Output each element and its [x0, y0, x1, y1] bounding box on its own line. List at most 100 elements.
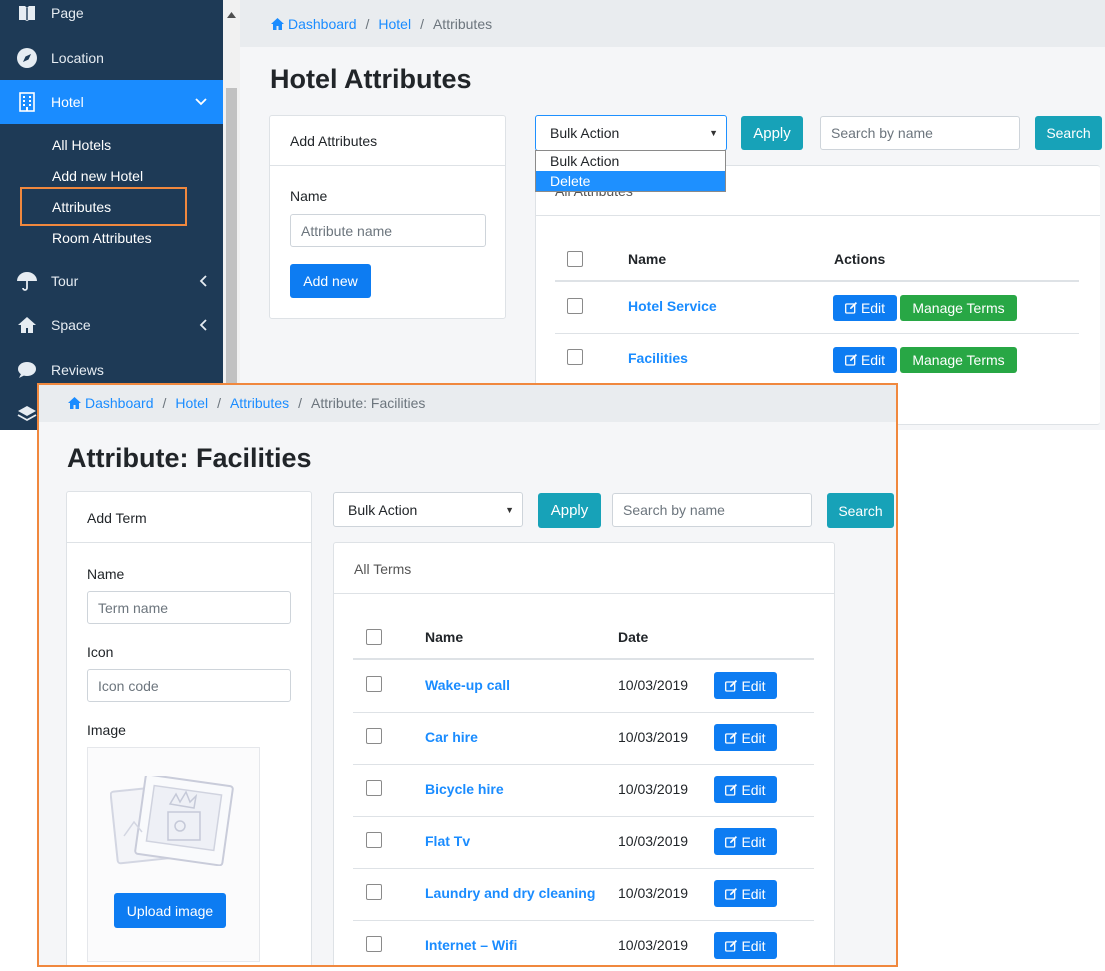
- upload-image-button[interactable]: Upload image: [114, 893, 226, 928]
- edit-label: Edit: [860, 300, 886, 316]
- edit-icon: [844, 302, 858, 314]
- umbrella-icon: [16, 270, 38, 292]
- sidebar-scroll-thumb[interactable]: [226, 88, 237, 428]
- column-header-actions: Actions: [834, 251, 886, 267]
- term-link[interactable]: Laundry and dry cleaning: [425, 885, 595, 901]
- apply-button[interactable]: Apply: [538, 493, 601, 528]
- chevron-left-icon: [199, 303, 207, 347]
- sidebar-sub-all-hotels[interactable]: All Hotels: [52, 137, 111, 153]
- search-button[interactable]: Search: [827, 493, 894, 528]
- card-header: Add Attributes: [270, 116, 505, 166]
- add-new-button[interactable]: Add new: [290, 264, 371, 298]
- row-checkbox[interactable]: [366, 780, 382, 796]
- edit-button[interactable]: Edit: [714, 776, 777, 803]
- screenshot-stage: Page Location Hotel All Hotels Add new H…: [0, 0, 1105, 971]
- edit-button[interactable]: Edit: [833, 295, 897, 321]
- icon-code-input[interactable]: Icon code: [87, 669, 291, 702]
- sidebar-sub-room-attributes[interactable]: Room Attributes: [52, 230, 152, 246]
- sidebar-item-space[interactable]: Space: [0, 303, 223, 347]
- caret-down-icon: ▼: [505, 504, 514, 515]
- divider: [555, 333, 1079, 334]
- edit-button[interactable]: Edit: [714, 880, 777, 907]
- term-date: 10/03/2019: [618, 937, 689, 953]
- row-checkbox[interactable]: [366, 832, 382, 848]
- select-all-checkbox[interactable]: [366, 629, 382, 645]
- search-input[interactable]: Search by name: [820, 116, 1020, 150]
- breadcrumb-separator: /: [365, 16, 370, 32]
- manage-terms-button[interactable]: Manage Terms: [900, 295, 1017, 321]
- divider: [353, 920, 814, 921]
- dropdown-option-bulk-action[interactable]: Bulk Action: [536, 151, 725, 171]
- row-checkbox[interactable]: [366, 884, 382, 900]
- row-checkbox[interactable]: [366, 676, 382, 692]
- row-checkbox[interactable]: [366, 728, 382, 744]
- attribute-link[interactable]: Hotel Service: [628, 298, 717, 314]
- term-link[interactable]: Internet – Wifi: [425, 937, 517, 953]
- breadcrumb-separator: /: [298, 395, 302, 411]
- search-input[interactable]: Search by name: [612, 493, 812, 527]
- home-icon: [271, 18, 284, 30]
- row-checkbox[interactable]: [366, 936, 382, 952]
- term-date: 10/03/2019: [618, 885, 689, 901]
- card-header: Add Term: [67, 492, 311, 543]
- home-icon: [16, 314, 38, 336]
- home-icon: [68, 397, 81, 409]
- sidebar-sub-add-hotel[interactable]: Add new Hotel: [52, 168, 143, 184]
- select-all-checkbox[interactable]: [567, 251, 583, 267]
- manage-terms-button[interactable]: Manage Terms: [900, 347, 1017, 373]
- divider: [353, 868, 814, 869]
- column-header-name: Name: [425, 629, 464, 645]
- column-header-date: Date: [618, 629, 649, 645]
- term-link[interactable]: Car hire: [425, 729, 478, 745]
- row-checkbox[interactable]: [567, 298, 583, 314]
- scroll-up-arrow-icon[interactable]: [227, 5, 236, 23]
- name-label: Name: [87, 566, 125, 582]
- sidebar-item-label: Space: [51, 317, 91, 333]
- edit-button[interactable]: Edit: [714, 724, 777, 751]
- edit-button[interactable]: Edit: [714, 932, 777, 959]
- breadcrumb-attributes[interactable]: Attributes: [230, 395, 289, 411]
- apply-button[interactable]: Apply: [741, 116, 803, 150]
- breadcrumb-separator: /: [217, 395, 221, 411]
- breadcrumb-dashboard[interactable]: Dashboard: [85, 395, 154, 411]
- column-header-name: Name: [628, 251, 667, 267]
- row-checkbox[interactable]: [567, 349, 583, 365]
- attribute-name-input[interactable]: Attribute name: [290, 214, 486, 247]
- edit-button[interactable]: Edit: [833, 347, 897, 373]
- term-link[interactable]: Bicycle hire: [425, 781, 504, 797]
- edit-label: Edit: [741, 677, 766, 694]
- dropdown-option-delete[interactable]: Delete: [536, 171, 725, 191]
- icon-label: Icon: [87, 644, 114, 660]
- sidebar: Page Location Hotel All Hotels Add new H…: [0, 0, 223, 430]
- term-date: 10/03/2019: [618, 833, 689, 849]
- sidebar-item-hotel[interactable]: Hotel: [0, 80, 223, 124]
- bulk-action-select[interactable]: Bulk Action ▼: [535, 115, 727, 151]
- sidebar-item-tour[interactable]: Tour: [0, 259, 223, 303]
- edit-icon: [725, 679, 738, 692]
- image-upload-area[interactable]: Upload image: [87, 747, 260, 962]
- sidebar-item-location[interactable]: Location: [0, 36, 223, 80]
- divider: [353, 816, 814, 817]
- term-link[interactable]: Wake-up call: [425, 677, 510, 693]
- name-label: Name: [290, 188, 328, 204]
- term-link[interactable]: Flat Tv: [425, 833, 470, 849]
- page-title: Hotel Attributes: [270, 64, 472, 94]
- edit-button[interactable]: Edit: [714, 828, 777, 855]
- bulk-action-select[interactable]: Bulk Action ▼: [333, 492, 523, 527]
- breadcrumb-hotel[interactable]: Hotel: [378, 16, 411, 32]
- search-button[interactable]: Search: [1035, 116, 1102, 150]
- sidebar-item-label: Page: [51, 5, 84, 21]
- edit-button[interactable]: Edit: [714, 672, 777, 699]
- compass-icon: [16, 47, 38, 69]
- select-value: Bulk Action: [550, 125, 620, 141]
- breadcrumb-dashboard[interactable]: Dashboard: [288, 16, 357, 32]
- sidebar-item-page[interactable]: Page: [0, 0, 223, 35]
- breadcrumb: Dashboard / Hotel / Attributes / Attribu…: [68, 395, 425, 411]
- attribute-link[interactable]: Facilities: [628, 350, 688, 366]
- term-date: 10/03/2019: [618, 677, 689, 693]
- edit-label: Edit: [860, 352, 886, 368]
- term-name-input[interactable]: Term name: [87, 591, 291, 624]
- layers-icon: [17, 405, 37, 430]
- image-placeholder-icon: [109, 773, 234, 871]
- breadcrumb-hotel[interactable]: Hotel: [175, 395, 208, 411]
